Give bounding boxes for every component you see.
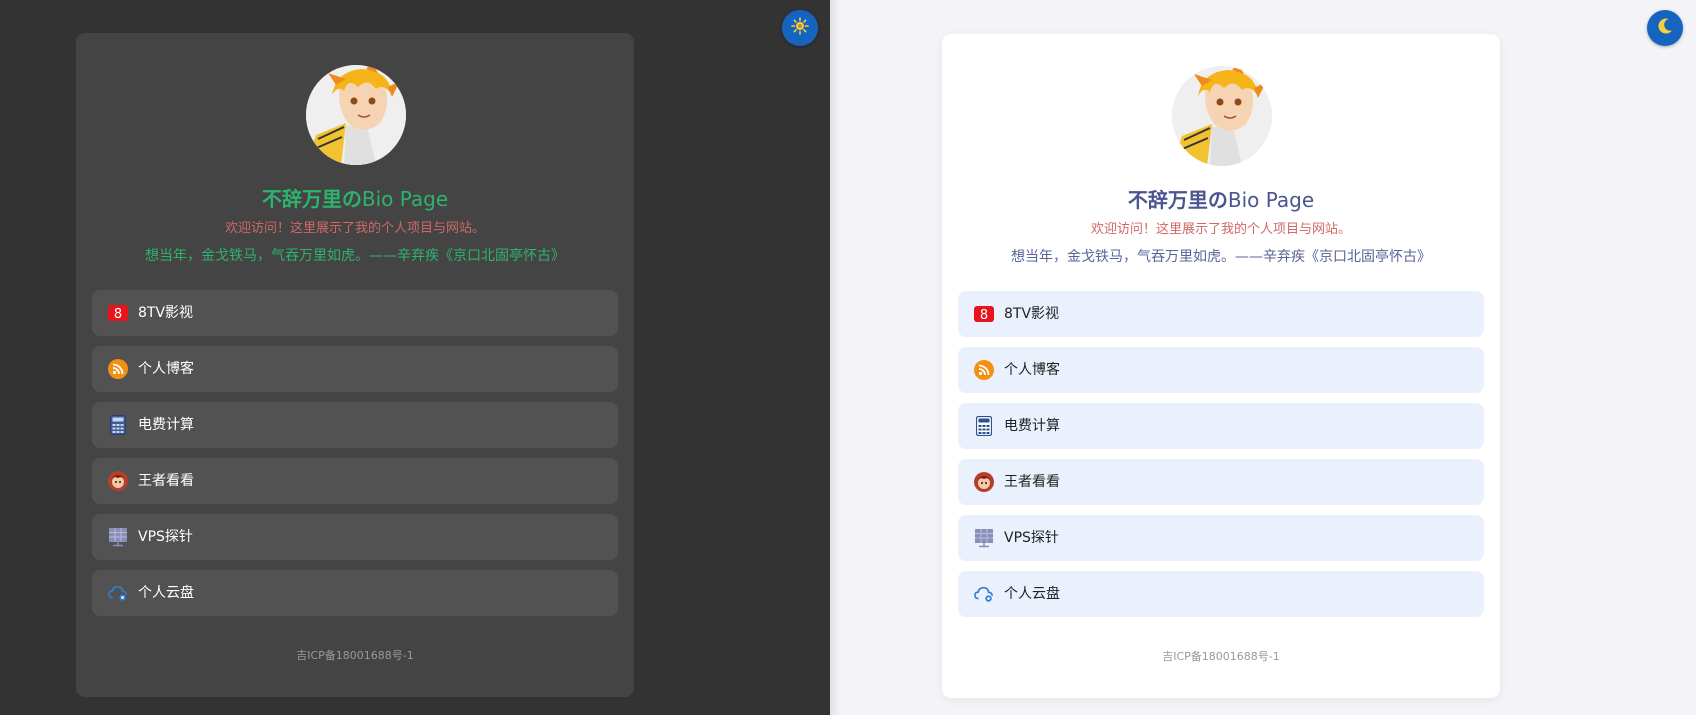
link-label: 个人博客 [138,361,194,377]
svg-text:8: 8 [114,307,122,321]
link-list: 8 8TV影视 个人博客 电费计算 王者看看 VPS探针 个人云盘 [92,290,618,626]
title-en: Bio Page [1227,188,1315,212]
theme-toggle-button[interactable] [1647,10,1683,46]
link-8tv[interactable]: 8 8TV影视 [958,291,1484,337]
8tv-icon: 8 [108,303,128,323]
link-8tv[interactable]: 8 8TV影视 [92,290,618,336]
link-electricity[interactable]: 电费计算 [92,402,618,448]
link-label: 王者看看 [138,473,194,489]
dark-theme-preview: 不辞万里のBio Page 欢迎访问！这里展示了我的个人项目与网站。 想当年，金… [0,0,830,715]
8tv-icon: 8 [974,304,994,324]
link-label: VPS探针 [138,529,193,545]
link-cloud[interactable]: 个人云盘 [92,570,618,616]
calculator-icon [108,415,128,435]
link-label: 电费计算 [1004,418,1060,434]
subtitle: 欢迎访问！这里展示了我的个人项目与网站。 [1090,222,1351,237]
link-label: 8TV影视 [138,305,194,321]
calculator-icon [974,416,994,436]
rss-icon [974,360,994,380]
avatar [306,65,406,165]
game-avatar-icon [974,472,994,492]
link-label: 电费计算 [138,417,194,433]
link-electricity[interactable]: 电费计算 [958,403,1484,449]
bio-card: 不辞万里のBio Page 欢迎访问！这里展示了我的个人项目与网站。 想当年，金… [942,34,1500,698]
page-title: 不辞万里のBio Page [942,184,1500,213]
link-label: 王者看看 [1004,474,1060,490]
icp-footer[interactable]: 吉ICP备18001688号-1 [76,647,634,663]
link-cloud[interactable]: 个人云盘 [958,571,1484,617]
link-blog[interactable]: 个人博客 [92,346,618,392]
title-zh: 不辞万里の [261,187,362,211]
link-label: 个人云盘 [1004,586,1060,602]
avatar [1172,66,1272,166]
rss-icon [108,359,128,379]
sun-icon [791,17,809,39]
moon-icon [1656,17,1674,39]
page-title: 不辞万里のBio Page [76,183,634,212]
link-label: 个人博客 [1004,362,1060,378]
link-label: 8TV影视 [1004,306,1060,322]
link-kings[interactable]: 王者看看 [958,459,1484,505]
svg-text:8: 8 [980,308,988,322]
link-kings[interactable]: 王者看看 [92,458,618,504]
title-en: Bio Page [361,187,449,211]
title-zh: 不辞万里の [1127,188,1228,212]
game-avatar-icon [108,471,128,491]
light-theme-preview: 不辞万里のBio Page 欢迎访问！这里展示了我的个人项目与网站。 想当年，金… [830,0,1696,715]
bio-card: 不辞万里のBio Page 欢迎访问！这里展示了我的个人项目与网站。 想当年，金… [76,33,634,697]
server-icon [108,527,128,547]
theme-toggle-button[interactable] [782,10,818,46]
server-icon [974,528,994,548]
link-vps[interactable]: VPS探针 [958,515,1484,561]
cloud-icon [974,584,994,604]
link-list: 8 8TV影视 个人博客 电费计算 王者看看 VPS探针 个人云盘 [958,291,1484,627]
subtitle: 欢迎访问！这里展示了我的个人项目与网站。 [224,221,485,236]
link-label: 个人云盘 [138,585,194,601]
link-blog[interactable]: 个人博客 [958,347,1484,393]
cloud-icon [108,583,128,603]
link-label: VPS探针 [1004,530,1059,546]
link-vps[interactable]: VPS探针 [92,514,618,560]
icp-footer[interactable]: 吉ICP备18001688号-1 [942,648,1500,664]
quote: 想当年，金戈铁马，气吞万里如虎。——辛弃疾《京口北固亭怀古》 [145,248,565,264]
quote: 想当年，金戈铁马，气吞万里如虎。——辛弃疾《京口北固亭怀古》 [1011,249,1431,265]
